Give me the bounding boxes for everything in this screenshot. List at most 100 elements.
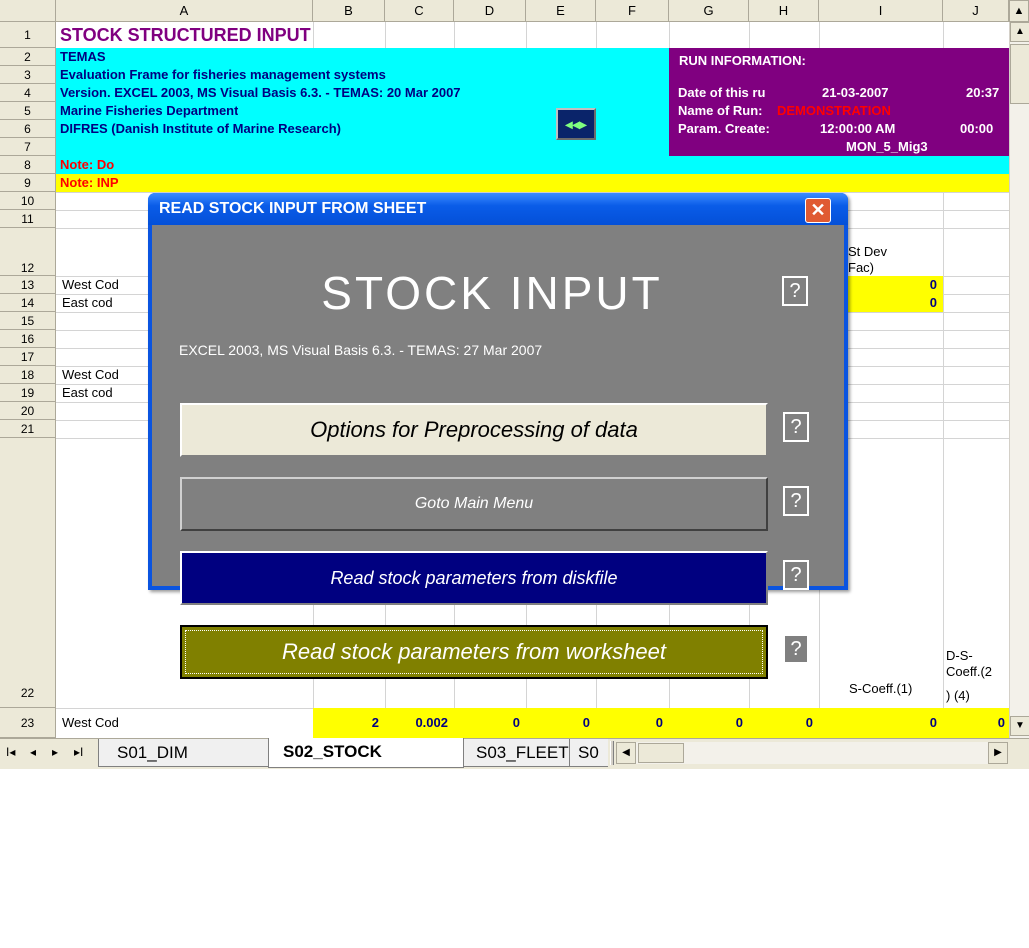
select-all-corner[interactable] [0,0,56,22]
help-main-menu-button[interactable]: ? [783,486,809,516]
sheet-title[interactable]: STOCK STRUCTURED INPUT [60,22,311,48]
row-header-5[interactable]: 5 [0,102,56,120]
mig-value[interactable]: MON_5_Mig3 [846,138,928,156]
row-header-2[interactable]: 2 [0,48,56,66]
scroll-down-icon[interactable]: ▼ [1010,716,1029,736]
row-header-6[interactable]: 6 [0,120,56,138]
eval-frame-label[interactable]: Evaluation Frame for fisheries managemen… [60,66,386,84]
col-header-i[interactable]: I [819,0,943,22]
note-2[interactable]: Note: INP [60,174,119,192]
col-header-h[interactable]: H [749,0,819,22]
read-worksheet-button[interactable]: Read stock parameters from worksheet [180,625,768,679]
col-header-e[interactable]: E [526,0,596,22]
row22-j-header-2[interactable]: Coeff.(2 [946,664,1006,680]
row14-name[interactable]: East cod [62,294,113,312]
name-label[interactable]: Name of Run: [678,102,763,120]
row22-j-header-1[interactable]: D-S- [946,648,973,664]
col-header-c[interactable]: C [385,0,454,22]
row-header-13[interactable]: 13 [0,276,56,294]
st-dev-header-1[interactable]: St Dev [848,244,887,260]
col-header-j[interactable]: J [943,0,1009,22]
row-header-12[interactable]: 12 [0,228,56,276]
tab-s01-dim[interactable]: S01_DIM [98,739,268,767]
help-heading-button[interactable]: ? [782,276,808,306]
note-1[interactable]: Note: Do [60,156,114,174]
close-icon[interactable]: ✕ [805,198,831,223]
row23-h-value[interactable]: 0 [749,708,813,738]
tab-nav-first-icon[interactable]: I◂ [6,745,15,759]
date-label[interactable]: Date of this ru [678,84,820,102]
row-header-11[interactable]: 11 [0,210,56,228]
tab-nav-prev-icon[interactable]: ◂ [30,745,36,759]
col-header-b[interactable]: B [313,0,385,22]
temas-label[interactable]: TEMAS [60,48,106,66]
row13-name[interactable]: West Cod [62,276,119,294]
scroll-up-icon[interactable]: ▲ [1010,22,1029,42]
row-header-8[interactable]: 8 [0,156,56,174]
row23-j-value[interactable]: 0 [943,708,1005,738]
name-value[interactable]: DEMONSTRATION [777,102,1009,120]
hscroll-right-icon[interactable]: ▶ [988,742,1008,764]
row23-i-value[interactable]: 0 [819,708,937,738]
version-label[interactable]: Version. EXCEL 2003, MS Visual Basis 6.3… [60,84,669,102]
tab-split-handle[interactable] [610,741,614,765]
date-value[interactable]: 21-03-2007 [822,84,889,102]
row-header-21[interactable]: 21 [0,420,56,438]
row-header-19[interactable]: 19 [0,384,56,402]
row22-i-header[interactable]: S-Coeff.(1) [849,681,912,697]
dialog-title-bar[interactable]: READ STOCK INPUT FROM SHEET ✕ [148,193,848,225]
row-header-22[interactable]: 22 [0,438,56,708]
help-diskfile-button[interactable]: ? [783,560,809,590]
row-header-10[interactable]: 10 [0,192,56,210]
row23-d-value[interactable]: 0 [454,708,520,738]
run-info-label[interactable]: RUN INFORMATION: [679,48,806,74]
row-header-17[interactable]: 17 [0,348,56,366]
macro-button-icon[interactable]: ◂◂▸ [556,108,596,140]
col-header-f[interactable]: F [596,0,669,22]
help-preprocess-button[interactable]: ? [783,412,809,442]
read-diskfile-button[interactable]: Read stock parameters from diskfile [180,551,768,605]
row23-g-value[interactable]: 0 [669,708,743,738]
hscroll-thumb[interactable] [638,743,684,763]
row19-name[interactable]: East cod [62,384,113,402]
tab-s04[interactable]: S0 [570,739,608,767]
row23-b-value[interactable]: 2 [313,708,379,738]
tab-s02-stock[interactable]: S02_STOCK [268,738,464,768]
time-value[interactable]: 20:37 [966,84,999,102]
col-header-d[interactable]: D [454,0,526,22]
row23-name[interactable]: West Cod [62,708,119,738]
row23-e-value[interactable]: 0 [526,708,590,738]
goto-main-menu-button[interactable]: Goto Main Menu [180,477,768,531]
row-header-20[interactable]: 20 [0,402,56,420]
row-header-18[interactable]: 18 [0,366,56,384]
col-header-a[interactable]: A [56,0,313,22]
difres-label[interactable]: DIFRES (Danish Institute of Marine Resea… [60,120,341,138]
hscroll-left-icon[interactable]: ◀ [616,742,636,764]
scroll-thumb[interactable] [1010,44,1029,104]
param-value-2[interactable]: 00:00 [960,120,993,138]
st-dev-header-2[interactable]: Fac) [848,260,874,276]
preprocess-options-button[interactable]: Options for Preprocessing of data [180,403,768,457]
row-header-1[interactable]: 1 [0,22,56,48]
scroll-up-top-icon[interactable]: ▲ [1009,0,1029,22]
tab-nav-next-icon[interactable]: ▸ [52,745,58,759]
param-label[interactable]: Param. Create: [678,120,777,138]
dept-label[interactable]: Marine Fisheries Department [60,102,238,120]
horizontal-scrollbar[interactable] [636,742,988,764]
row-header-14[interactable]: 14 [0,294,56,312]
row23-f-value[interactable]: 0 [596,708,663,738]
param-value[interactable]: 12:00:00 AM [820,120,895,138]
help-worksheet-button[interactable]: ? [783,634,809,664]
row-header-4[interactable]: 4 [0,84,56,102]
row-header-7[interactable]: 7 [0,138,56,156]
row-header-15[interactable]: 15 [0,312,56,330]
row-header-16[interactable]: 16 [0,330,56,348]
vertical-scrollbar[interactable]: ▲ ▼ [1009,22,1029,738]
tab-s03-fleet[interactable]: S03_FLEET [464,739,570,767]
tab-nav-last-icon[interactable]: ▸I [74,745,83,759]
row-header-23[interactable]: 23 [0,708,56,738]
col-header-g[interactable]: G [669,0,749,22]
row23-c-value[interactable]: 0.002 [385,708,448,738]
row18-name[interactable]: West Cod [62,366,119,384]
row22-j-header-3[interactable]: ) (4) [946,688,970,704]
